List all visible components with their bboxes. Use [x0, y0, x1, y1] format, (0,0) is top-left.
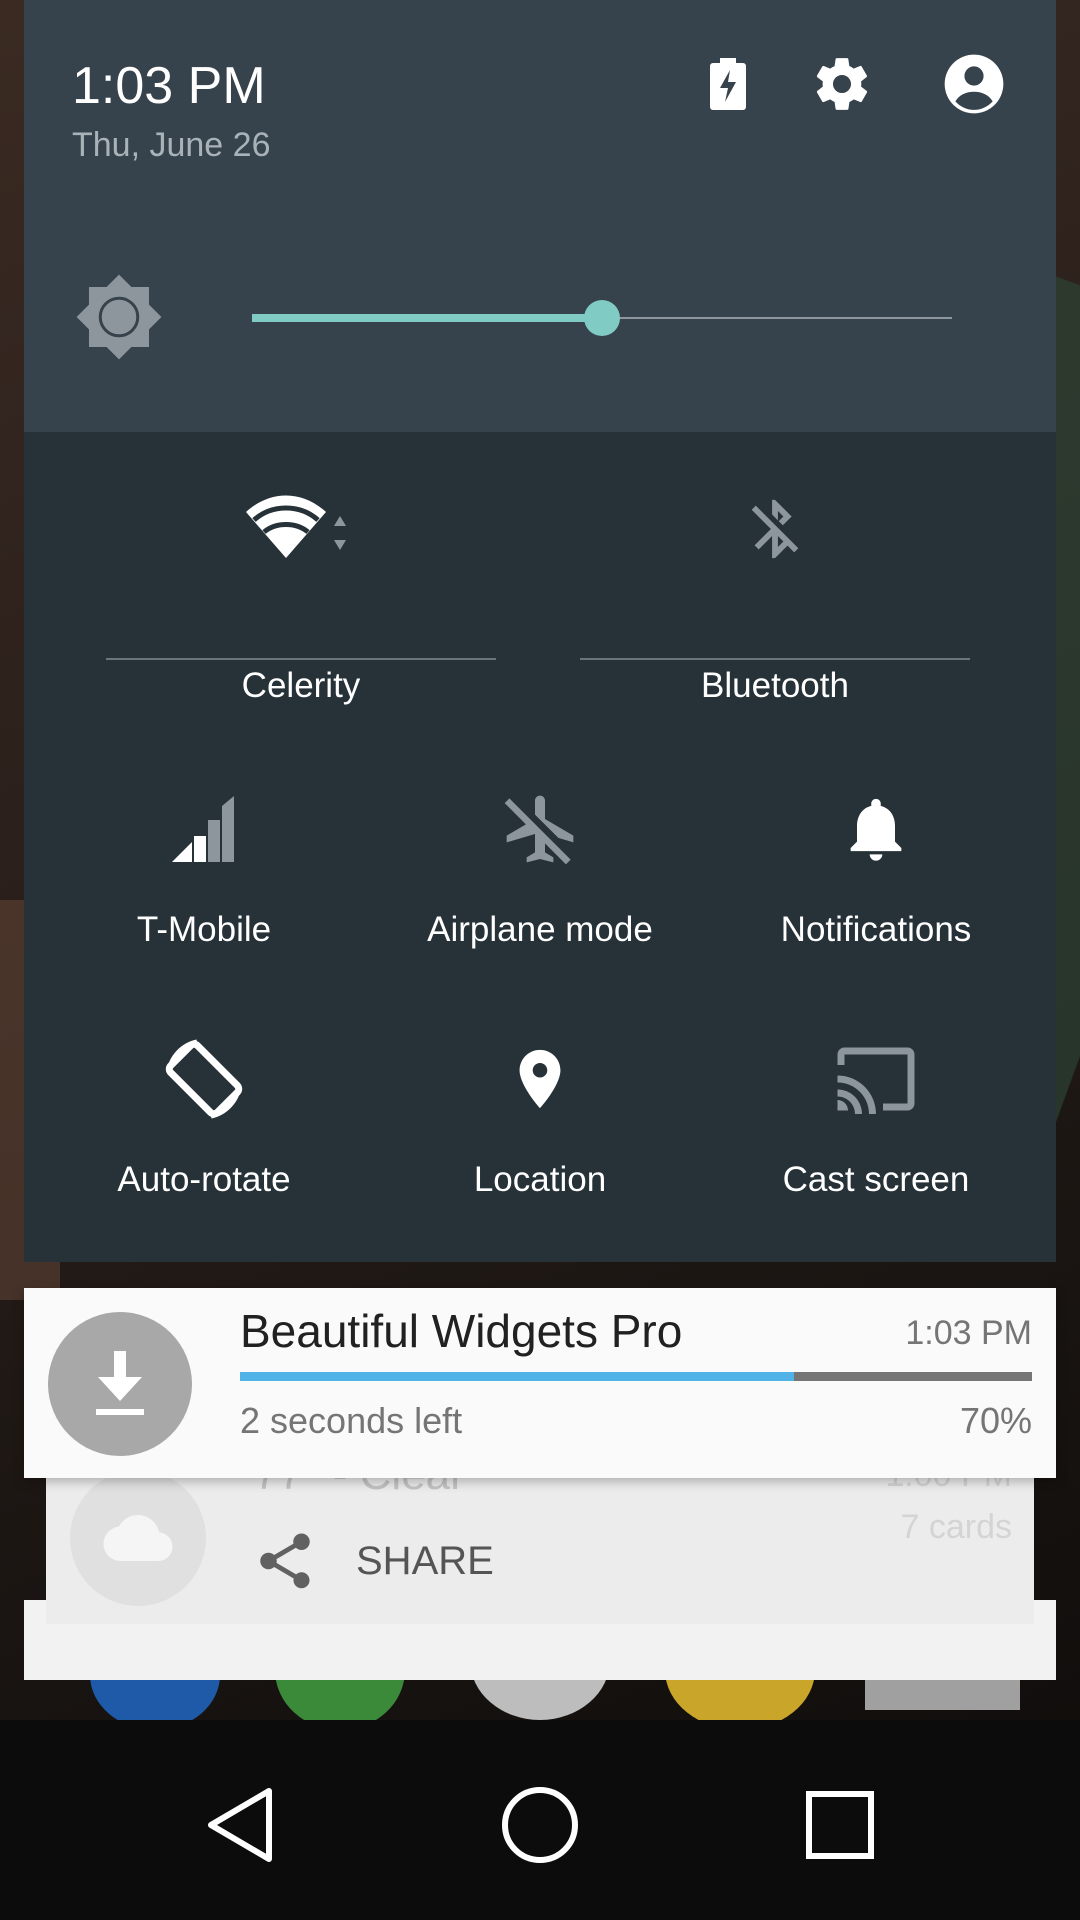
notification-time: 1:03 PM [905, 1314, 1032, 1352]
progress-fill [240, 1372, 795, 1381]
tile-label: Celerity [241, 666, 361, 705]
signal-icon [34, 784, 374, 874]
tile-location[interactable]: Location [370, 1034, 710, 1200]
slider-fill [252, 314, 602, 322]
download-icon [48, 1312, 192, 1456]
date: Thu, June 26 [72, 126, 271, 164]
notification-subtitle: 7 cards [900, 1508, 1013, 1546]
rotate-icon [34, 1034, 374, 1124]
brightness-icon [74, 272, 164, 362]
tile-airplane[interactable]: Airplane mode [370, 784, 710, 950]
tile-label: Cast screen [782, 1160, 970, 1199]
location-pin-icon [370, 1034, 710, 1124]
clock: 1:03 PM [72, 57, 266, 115]
cloud-icon [70, 1470, 206, 1606]
tile-cast[interactable]: Cast screen [706, 1034, 1046, 1200]
brightness-slider[interactable] [252, 300, 952, 336]
airplane-off-icon [370, 784, 710, 874]
slider-thumb[interactable] [584, 300, 620, 336]
bell-icon [706, 784, 1046, 874]
notification-download[interactable]: Beautiful Widgets Pro 1:03 PM 2 seconds … [24, 1288, 1056, 1478]
home-icon[interactable] [485, 1770, 595, 1880]
tile-label: Auto-rotate [117, 1160, 291, 1199]
wifi-icon [106, 484, 496, 574]
tile-divider [106, 658, 496, 660]
progress-percent: 70% [959, 1400, 1032, 1441]
share-icon [252, 1528, 318, 1594]
tile-divider [580, 658, 970, 660]
tile-notifications[interactable]: Notifications [706, 784, 1046, 950]
share-button[interactable]: SHARE [252, 1528, 494, 1594]
tile-label: Location [473, 1160, 607, 1199]
notification-status: 2 seconds left [240, 1400, 463, 1441]
notification-weather[interactable]: 77° - Clear 1:00 PM 7 cards SHARE [46, 1450, 1034, 1624]
tile-cellular[interactable]: T-Mobile [34, 784, 374, 950]
quick-settings-header: 1:03 PM Thu, June 26 [24, 0, 1056, 432]
battery-charging-icon[interactable] [696, 52, 760, 116]
download-progress-bar [240, 1372, 1032, 1381]
tile-bluetooth[interactable]: Bluetooth [580, 484, 970, 706]
tile-label: Notifications [780, 910, 972, 949]
gear-icon[interactable] [806, 48, 878, 120]
notification-title: Beautiful Widgets Pro [240, 1305, 683, 1357]
recents-icon[interactable] [785, 1770, 895, 1880]
quick-settings-panel: Celerity Bluetooth T-Mobile Airplane mod… [24, 432, 1056, 1262]
share-label: SHARE [356, 1538, 494, 1583]
tile-wifi[interactable]: Celerity [106, 484, 496, 706]
tile-label: Airplane mode [427, 910, 653, 949]
back-icon[interactable] [185, 1770, 295, 1880]
cast-icon [706, 1034, 1046, 1124]
navigation-bar [0, 1720, 1080, 1920]
tile-label: Bluetooth [701, 666, 849, 705]
tile-rotate[interactable]: Auto-rotate [34, 1034, 374, 1200]
tile-label: T-Mobile [136, 910, 272, 949]
account-icon[interactable] [938, 48, 1010, 120]
bluetooth-off-icon [580, 484, 970, 574]
